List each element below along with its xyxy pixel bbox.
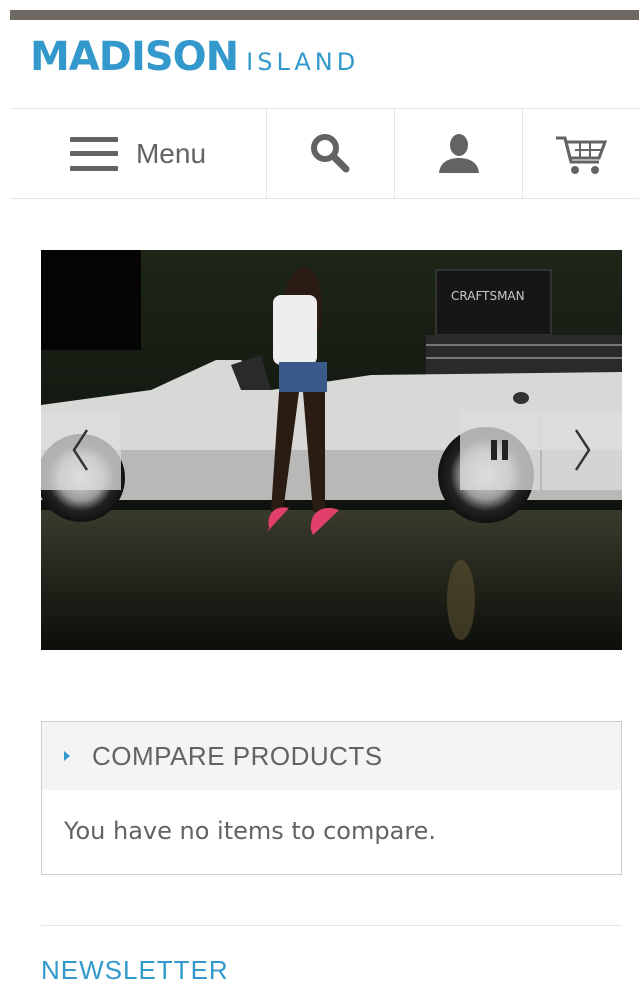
menu-button[interactable]: Menu xyxy=(10,109,267,198)
caret-right-icon xyxy=(64,751,70,761)
menu-label: Menu xyxy=(135,137,207,169)
slideshow-prev-button[interactable] xyxy=(41,410,121,490)
search-button[interactable] xyxy=(267,109,395,198)
pause-icon xyxy=(491,440,508,460)
prev-arrow-icon xyxy=(72,429,89,471)
logo-wordmark: MADISON xyxy=(30,34,239,80)
image-sign-text: CRAFTSMAN xyxy=(451,289,525,303)
next-arrow-icon xyxy=(574,429,591,471)
compare-products-block: COMPARE PRODUCTS You have no items to co… xyxy=(41,721,622,875)
cart-icon xyxy=(556,136,608,174)
hamburger-icon xyxy=(69,136,118,171)
compare-products-header[interactable]: COMPARE PRODUCTS xyxy=(42,722,621,790)
newsletter-divider xyxy=(41,925,622,926)
compare-empty-message: You have no items to compare. xyxy=(64,817,437,845)
compare-products-title: COMPARE PRODUCTS xyxy=(92,740,383,771)
logo-suffix: ISLAND xyxy=(246,48,360,76)
account-icon xyxy=(438,133,479,173)
newsletter-title: NEWSLETTER xyxy=(41,955,229,985)
cart-button[interactable] xyxy=(523,109,639,198)
search-icon xyxy=(310,133,349,172)
site-logo[interactable]: MADISON ISLAND xyxy=(30,34,359,84)
slideshow-next-button[interactable] xyxy=(542,410,622,490)
hero-slideshow[interactable]: CRAFTSMAN xyxy=(41,250,622,650)
account-button[interactable] xyxy=(395,109,523,198)
header-top-bar xyxy=(10,10,639,20)
slideshow-pause-button[interactable] xyxy=(460,410,540,490)
header-nav: Menu xyxy=(10,109,639,198)
nav-divider xyxy=(10,198,639,199)
